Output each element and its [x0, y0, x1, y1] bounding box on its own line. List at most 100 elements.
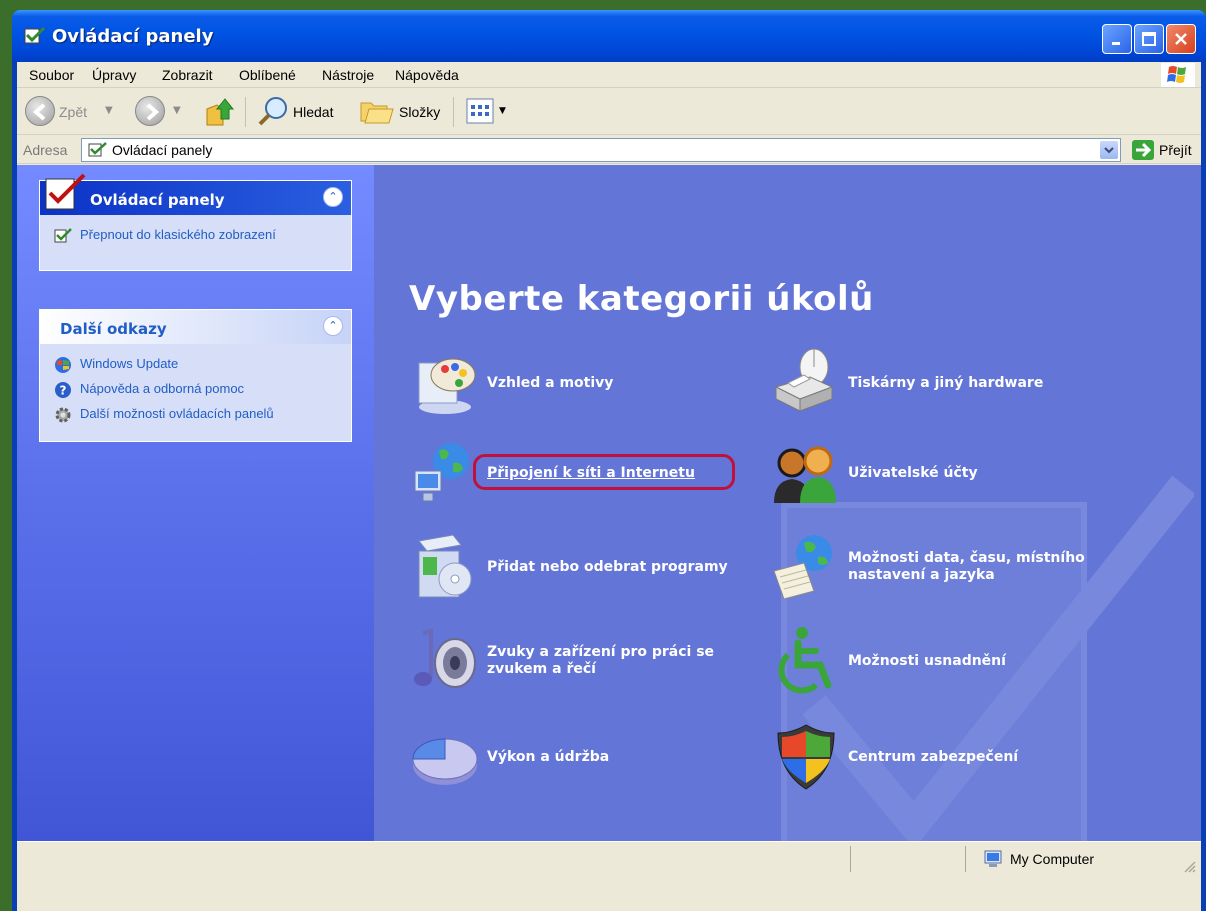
more-options-label: Další možnosti ovládacích panelů — [80, 406, 274, 421]
control-panel-box-body: Přepnout do klasického zobrazení — [40, 215, 351, 270]
back-button[interactable] — [25, 96, 55, 126]
category-security-center-label: Centrum zabezpečení — [848, 748, 1019, 765]
printer-icon — [774, 348, 834, 412]
accessibility-icon — [778, 627, 832, 694]
windows-logo-icon — [1161, 63, 1195, 87]
address-dropdown-button[interactable] — [1100, 141, 1118, 159]
menu-help[interactable]: Nápověda — [395, 67, 459, 83]
category-add-remove-programs[interactable]: Přidat nebo odebrat programy — [409, 531, 728, 603]
minimize-button[interactable] — [1102, 24, 1132, 54]
window-client: Soubor Úpravy Zobrazit Oblíbené Nástroje… — [17, 62, 1201, 911]
category-date-time-language-label: Možnosti data, času, místního nastavení … — [848, 550, 1085, 583]
category-add-remove-programs-label: Přidat nebo odebrat programy — [487, 558, 728, 575]
search-button[interactable]: Hledat — [293, 104, 333, 120]
highlight-annotation — [473, 454, 735, 490]
address-label: Adresa — [23, 142, 68, 158]
windows-update-icon — [55, 357, 71, 373]
address-bar: Adresa Ovládací panely Přejít — [17, 136, 1201, 164]
maximize-icon — [1142, 32, 1156, 46]
category-sounds-speech-label: Zvuky a zařízení pro práci se zvukem a ř… — [487, 644, 715, 677]
control-panel-small-icon — [88, 142, 107, 157]
other-links-box-title: Další odkazy — [60, 320, 167, 338]
collapse-chevron-icon[interactable]: ⌃ — [323, 316, 343, 336]
views-dropdown-icon[interactable]: ▼ — [499, 106, 506, 116]
forward-arrow-icon — [146, 103, 160, 121]
category-accessibility[interactable]: Možnosti usnadnění — [770, 625, 1006, 697]
help-support-label: Nápověda a odborná pomoc — [80, 381, 245, 396]
back-dropdown-icon[interactable]: ▼ — [105, 105, 113, 116]
content-area: Ovládací panely ⌃ Přepnout do klasického… — [17, 165, 1201, 841]
title-bar[interactable]: Ovládací panely — [12, 10, 1206, 62]
minimize-icon — [1112, 42, 1120, 45]
category-appearance-label: Vzhled a motivy — [487, 374, 614, 391]
user-accounts-icon — [774, 446, 836, 503]
my-computer-icon — [984, 850, 1002, 867]
folders-button[interactable]: Složky — [399, 104, 440, 120]
help-icon: ? — [55, 382, 71, 398]
up-folder-icon[interactable] — [203, 95, 237, 129]
add-remove-programs-icon — [418, 534, 472, 598]
more-options-link[interactable]: Další možnosti ovládacích panelů — [54, 406, 337, 424]
resize-grip-icon[interactable] — [1183, 860, 1197, 874]
category-user-accounts-label: Uživatelské účty — [848, 464, 978, 481]
menu-favorites[interactable]: Oblíbené — [239, 67, 296, 83]
control-panel-box: Ovládací panely ⌃ Přepnout do klasického… — [39, 173, 352, 271]
menu-view[interactable]: Zobrazit — [162, 67, 213, 83]
task-pane: Ovládací panely ⌃ Přepnout do klasického… — [17, 165, 374, 841]
back-arrow-icon — [32, 103, 46, 121]
chevron-down-icon — [1104, 147, 1114, 154]
explorer-window: Ovládací panely Soubor Úpravy Zobrazit O… — [12, 10, 1206, 911]
forward-button[interactable] — [135, 96, 165, 126]
menu-file[interactable]: Soubor — [29, 67, 74, 83]
go-button[interactable]: Přejít — [1159, 142, 1192, 158]
page-heading: Vyberte kategorii úkolů — [409, 279, 874, 319]
category-accessibility-label: Možnosti usnadnění — [848, 652, 1006, 669]
collapse-chevron-icon[interactable]: ⌃ — [323, 187, 343, 207]
search-icon[interactable] — [257, 95, 289, 127]
category-printers-hardware-label: Tiskárny a jiný hardware — [848, 374, 1044, 391]
help-support-link[interactable]: ? Nápověda a odborná pomoc — [54, 381, 337, 399]
category-sounds-speech[interactable]: Zvuky a zařízení pro práci se zvukem a ř… — [409, 625, 737, 697]
status-bar: My Computer — [17, 841, 1201, 875]
windows-update-link[interactable]: Windows Update — [54, 356, 337, 374]
switch-classic-view-link[interactable]: Přepnout do klasického zobrazení — [54, 227, 337, 245]
control-panel-large-icon — [45, 173, 86, 210]
back-label: Zpět — [59, 104, 88, 120]
folders-icon[interactable] — [359, 95, 395, 127]
status-zone: My Computer — [1010, 851, 1095, 867]
close-button[interactable] — [1166, 24, 1196, 54]
date-time-globe-icon — [773, 535, 832, 600]
control-panel-box-header[interactable]: Ovládací panely ⌃ — [40, 173, 351, 215]
menu-bar: Soubor Úpravy Zobrazit Oblíbené Nástroje… — [17, 62, 1201, 88]
category-appearance[interactable]: Vzhled a motivy — [409, 347, 613, 419]
forward-dropdown-icon[interactable]: ▼ — [173, 105, 181, 116]
maximize-button[interactable] — [1134, 24, 1164, 54]
sound-speaker-icon — [414, 628, 476, 688]
category-user-accounts[interactable]: Uživatelské účty — [770, 437, 978, 509]
category-printers-hardware[interactable]: Tiskárny a jiný hardware — [770, 347, 1043, 419]
views-icon[interactable] — [465, 97, 495, 125]
window-title: Ovládací panely — [52, 26, 214, 47]
svg-text:?: ? — [60, 384, 67, 398]
windows-update-label: Windows Update — [80, 356, 179, 371]
control-panel-icon — [24, 26, 46, 44]
category-date-time-language[interactable]: Možnosti data, času, místního nastavení … — [770, 531, 1098, 603]
go-arrow-icon[interactable] — [1131, 139, 1155, 161]
toolbar: Zpět ▼ ▼ Hledat Složky ▼ — [17, 89, 1201, 135]
security-shield-icon — [777, 724, 835, 790]
close-icon — [1175, 33, 1187, 45]
menu-edit[interactable]: Úpravy — [92, 67, 136, 83]
address-field[interactable]: Ovládací panely — [81, 138, 1121, 162]
other-links-box-header[interactable]: Další odkazy ⌃ — [40, 310, 351, 344]
appearance-themes-icon — [418, 358, 476, 414]
menu-tools[interactable]: Nástroje — [322, 67, 374, 83]
category-performance-maintenance-label: Výkon a údržba — [487, 748, 610, 765]
performance-pie-icon — [412, 738, 478, 785]
category-performance-maintenance[interactable]: Výkon a údržba — [409, 721, 609, 793]
other-links-box-body: Windows Update ? Nápověda a odborná pomo… — [40, 344, 351, 441]
other-links-box: Další odkazy ⌃ Windows Update ? Nápověda… — [39, 309, 352, 442]
network-globe-icon — [414, 443, 469, 502]
address-value: Ovládací panely — [112, 142, 213, 158]
category-security-center[interactable]: Centrum zabezpečení — [770, 721, 1018, 793]
control-panel-small-icon — [54, 228, 72, 243]
